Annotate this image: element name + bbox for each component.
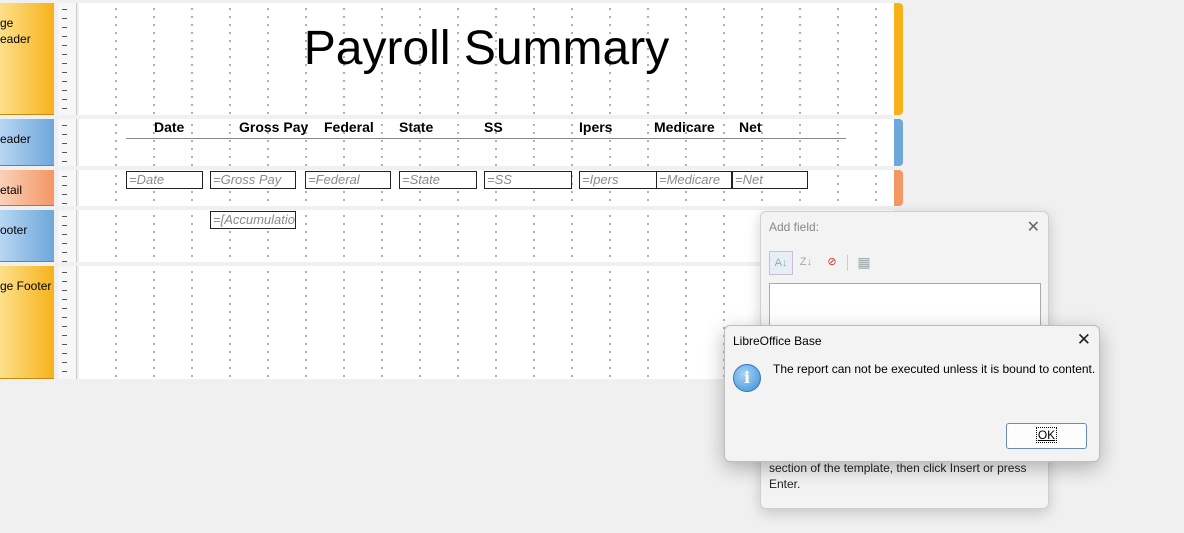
ruler-tick [62,90,67,91]
ruler-tick [62,152,67,153]
ruler-tick [62,99,67,100]
section-label-group-header[interactable]: eader [0,119,54,166]
sort-ascending-icon[interactable]: A↓ [769,251,793,275]
field-ipers[interactable]: =Ipers [579,171,657,189]
ruler-tick [62,161,67,162]
section-label-page-header[interactable]: ge eader [0,3,54,115]
sort-descending-icon[interactable]: Z↓ [795,251,817,273]
section-handle[interactable] [894,170,903,206]
ruler-tick [62,134,67,135]
dialog-title: LibreOffice Base [733,334,822,348]
ruler-tick [62,203,67,204]
page-header-band[interactable]: Payroll Summary [79,3,894,115]
ruler-tick [62,81,67,82]
close-icon[interactable]: ✕ [1077,330,1091,350]
table-icon[interactable]: ▦ [853,251,875,273]
ruler-tick [62,299,67,300]
add-field-help-text: section of the template, then click Inse… [769,461,1027,491]
field-medicare[interactable]: =Medicare [656,171,732,189]
ruler-tick [62,362,67,363]
ruler-tick [62,125,67,126]
field-date[interactable]: =Date [126,171,203,189]
add-field-title: Add field: [769,220,820,234]
vertical-ruler [58,119,77,166]
field-state[interactable]: =State [399,171,477,189]
toolbar-separator [847,255,848,271]
ruler-tick [62,335,67,336]
column-header-ipers[interactable]: Ipers [579,119,612,135]
group-header-band[interactable]: Date Gross Pay Federal State SS Ipers Me… [79,119,894,166]
field-federal[interactable]: =Federal [305,171,391,189]
section-label-group-footer[interactable]: ooter [0,210,54,262]
ruler-tick [62,225,67,226]
section-label-detail[interactable]: etail [0,170,54,206]
remove-sort-icon[interactable]: ⊘ [821,251,843,273]
ruler-tick [62,326,67,327]
vertical-ruler [58,210,77,262]
ruler-tick [62,216,67,217]
vertical-ruler [58,170,77,206]
column-header-federal[interactable]: Federal [324,119,374,135]
ruler-tick [62,308,67,309]
ruler-tick [62,36,67,37]
ruler-tick [62,63,67,64]
ruler-tick [62,317,67,318]
field-accumulation[interactable]: =[Accumulatio [210,211,296,229]
ok-button[interactable]: OK [1006,423,1087,449]
ruler-tick [62,290,67,291]
ruler-tick [62,18,67,19]
ruler-tick [62,243,67,244]
ruler-tick [62,72,67,73]
ruler-tick [62,234,67,235]
section-handle[interactable] [894,3,903,115]
column-header-gross-pay[interactable]: Gross Pay [239,119,308,135]
ruler-tick [62,143,67,144]
ruler-tick [62,185,67,186]
column-header-date[interactable]: Date [154,119,184,135]
ruler-tick [62,54,67,55]
field-gross-pay[interactable]: =Gross Pay [210,171,296,189]
ruler-tick [62,371,67,372]
ruler-tick [62,27,67,28]
ruler-tick [62,344,67,345]
message-dialog[interactable]: LibreOffice Base ✕ i The report can not … [724,325,1100,462]
vertical-ruler [58,3,77,115]
close-icon[interactable]: ✕ [1027,217,1040,237]
ruler-tick [62,261,67,262]
header-rule-line [126,138,846,139]
ruler-tick [62,252,67,253]
column-header-medicare[interactable]: Medicare [654,119,715,135]
field-ss[interactable]: =SS [484,171,572,189]
ruler-tick [62,108,67,109]
detail-band[interactable]: =Date =Gross Pay =Federal =State =SS =Ip… [79,170,894,206]
vertical-ruler [58,266,77,379]
column-header-state[interactable]: State [399,119,433,135]
info-icon: i [733,364,761,392]
ruler-tick [62,272,67,273]
ruler-tick [62,194,67,195]
field-net[interactable]: =Net [732,171,808,189]
ok-button-label: OK [1035,427,1058,443]
column-header-ss[interactable]: SS [484,119,503,135]
ruler-tick [62,281,67,282]
ruler-tick [62,176,67,177]
section-label-page-footer[interactable]: ge Footer [0,266,54,379]
section-handle[interactable] [894,119,903,166]
ruler-tick [62,9,67,10]
ruler-tick [62,353,67,354]
dialog-message: The report can not be executed unless it… [773,362,1096,376]
ruler-tick [62,45,67,46]
report-title[interactable]: Payroll Summary [79,21,894,77]
column-header-net[interactable]: Net [739,119,762,135]
